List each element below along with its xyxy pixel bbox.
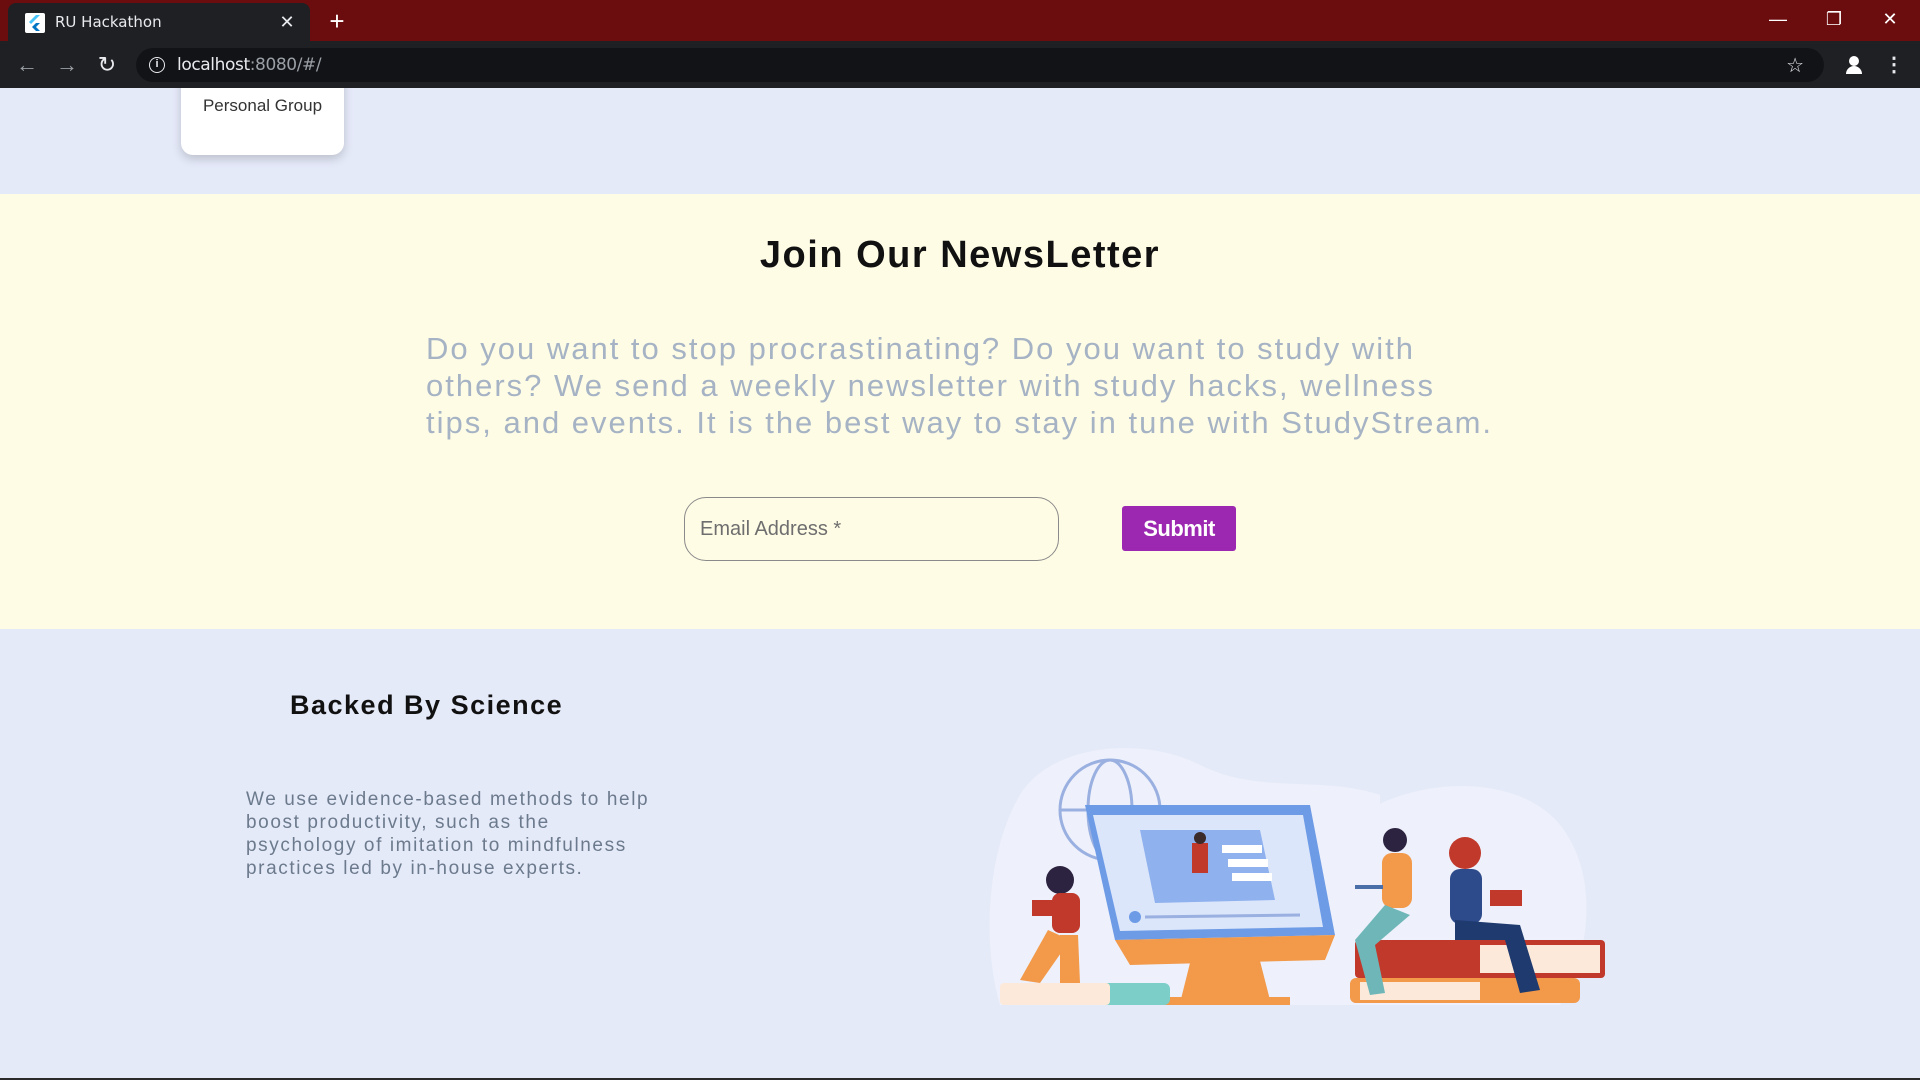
url-path: :8080/#/ xyxy=(249,55,322,75)
card-label: Personal Group xyxy=(202,96,323,115)
email-field[interactable]: Email Address * xyxy=(684,497,1059,561)
personal-group-card[interactable]: Personal Group xyxy=(181,88,344,155)
browser-tab[interactable]: RU Hackathon ✕ xyxy=(8,3,310,41)
info-icon[interactable]: i xyxy=(149,57,165,73)
reload-icon[interactable]: ↻ xyxy=(93,51,121,79)
submit-button[interactable]: Submit xyxy=(1122,506,1236,551)
kebab-menu-icon[interactable]: ⋮ xyxy=(1884,51,1904,79)
newsletter-description: Do you want to stop procrastinating? Do … xyxy=(426,331,1494,440)
tab-strip: RU Hackathon ✕ + — ❐ ✕ xyxy=(0,0,1920,41)
bookmark-star-icon[interactable]: ☆ xyxy=(1786,53,1804,78)
page-content: Personal Group Join Our NewsLetter Do yo… xyxy=(0,88,1920,1080)
minimize-icon[interactable]: — xyxy=(1750,0,1806,41)
url-host: localhost xyxy=(177,55,250,75)
url-text: localhost:8080/#/ xyxy=(177,55,322,75)
window-close-icon[interactable]: ✕ xyxy=(1862,0,1918,41)
newsletter-section: Join Our NewsLetter Do you want to stop … xyxy=(0,194,1920,629)
forward-arrow-icon[interactable]: → xyxy=(53,51,81,79)
address-bar[interactable]: i localhost:8080/#/ ☆ xyxy=(136,48,1824,82)
tab-title: RU Hackathon xyxy=(55,13,162,31)
back-arrow-icon[interactable]: ← xyxy=(13,51,41,79)
science-title: Backed By Science xyxy=(290,690,564,720)
browser-toolbar: ← → ↻ i localhost:8080/#/ ☆ ⋮ xyxy=(0,41,1920,88)
newsletter-title: Join Our NewsLetter xyxy=(759,234,1161,276)
restore-icon[interactable]: ❐ xyxy=(1806,0,1862,41)
profile-icon[interactable] xyxy=(1840,51,1868,79)
new-tab-button[interactable]: + xyxy=(323,7,351,35)
tab-close-icon[interactable]: ✕ xyxy=(274,9,300,35)
study-illustration xyxy=(989,748,1605,1005)
email-placeholder: Email Address * xyxy=(700,518,842,540)
flutter-favicon-icon xyxy=(25,13,45,33)
science-description: We use evidence-based methods to help bo… xyxy=(246,789,650,879)
